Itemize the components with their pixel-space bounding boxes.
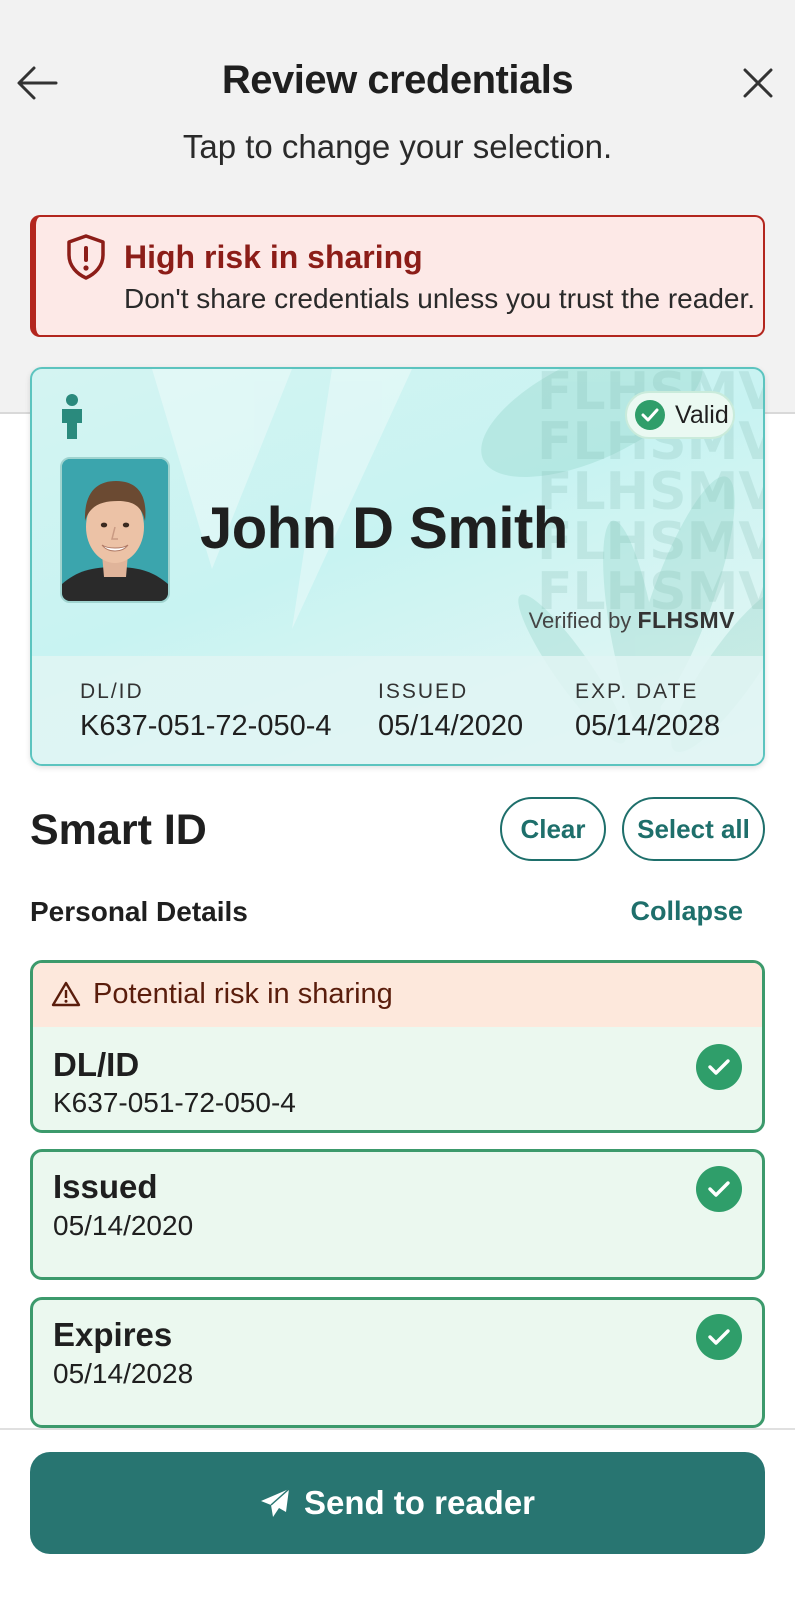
paper-plane-icon bbox=[260, 1488, 290, 1517]
card-field-label: DL/ID bbox=[80, 680, 144, 703]
alert-title: High risk in sharing bbox=[124, 239, 423, 275]
item-value: K637-051-72-050-4 bbox=[53, 1087, 296, 1118]
holder-name: John D Smith bbox=[200, 496, 568, 561]
warning-triangle-icon bbox=[51, 981, 81, 1007]
item-value: 05/14/2028 bbox=[53, 1358, 194, 1389]
valid-badge-label: Valid bbox=[675, 400, 729, 429]
card-field-label: EXP. DATE bbox=[575, 680, 699, 703]
valid-badge: Valid bbox=[625, 391, 735, 439]
card-field-value: 05/14/2028 bbox=[575, 710, 721, 742]
collapse-link[interactable]: Collapse bbox=[630, 896, 743, 927]
potential-risk-text: Potential risk in sharing bbox=[93, 978, 393, 1010]
section-title: Smart ID bbox=[30, 806, 207, 854]
send-button-label: Send to reader bbox=[303, 1484, 536, 1521]
check-circle-icon[interactable] bbox=[696, 1166, 742, 1212]
card-field-label: ISSUED bbox=[378, 680, 469, 703]
high-risk-alert: High risk in sharing Don't share credent… bbox=[30, 215, 765, 337]
card-field-value: K637-051-72-050-4 bbox=[80, 710, 332, 742]
select-all-button[interactable]: Select all bbox=[622, 797, 765, 861]
check-circle-icon bbox=[635, 400, 665, 430]
person-icon bbox=[62, 394, 82, 439]
credential-item-dlid[interactable]: Potential risk in sharing DL/ID K637-051… bbox=[30, 960, 765, 1133]
shield-alert-icon bbox=[67, 234, 105, 280]
item-label: Issued bbox=[53, 1168, 158, 1205]
group-title: Personal Details bbox=[30, 896, 248, 927]
id-card[interactable]: FLHSMV FLHSMV FLHSMV FLHSMV FLHSMV Valid bbox=[30, 367, 765, 766]
holder-photo bbox=[60, 457, 170, 603]
check-circle-icon[interactable] bbox=[696, 1314, 742, 1360]
card-field-value: 05/14/2020 bbox=[378, 710, 524, 742]
alert-message: Don't share credentials unless you trust… bbox=[124, 283, 756, 314]
page-title: Review credentials bbox=[221, 58, 574, 102]
close-button[interactable] bbox=[735, 60, 781, 106]
credential-item-expires[interactable]: Expires 05/14/2028 bbox=[30, 1297, 765, 1428]
clear-button[interactable]: Clear bbox=[500, 797, 606, 861]
credential-item-issued[interactable]: Issued 05/14/2020 bbox=[30, 1149, 765, 1280]
check-circle-icon[interactable] bbox=[696, 1044, 742, 1090]
verified-by: Verified by FLHSMV bbox=[528, 607, 735, 633]
close-icon bbox=[743, 68, 773, 98]
item-value: 05/14/2020 bbox=[53, 1210, 194, 1241]
item-label: Expires bbox=[53, 1316, 173, 1353]
item-label: DL/ID bbox=[53, 1046, 140, 1083]
card-details: DL/ID K637-051-72-050-4 ISSUED 05/14/202… bbox=[32, 656, 763, 764]
send-to-reader-button[interactable]: Send to reader bbox=[30, 1452, 765, 1554]
page-subtitle: Tap to change your selection. bbox=[182, 128, 613, 165]
bottom-action-bar: Send to reader bbox=[0, 1428, 795, 1624]
potential-risk-banner: Potential risk in sharing bbox=[33, 963, 762, 1027]
issuer-logo: FLHSMV bbox=[637, 607, 735, 633]
